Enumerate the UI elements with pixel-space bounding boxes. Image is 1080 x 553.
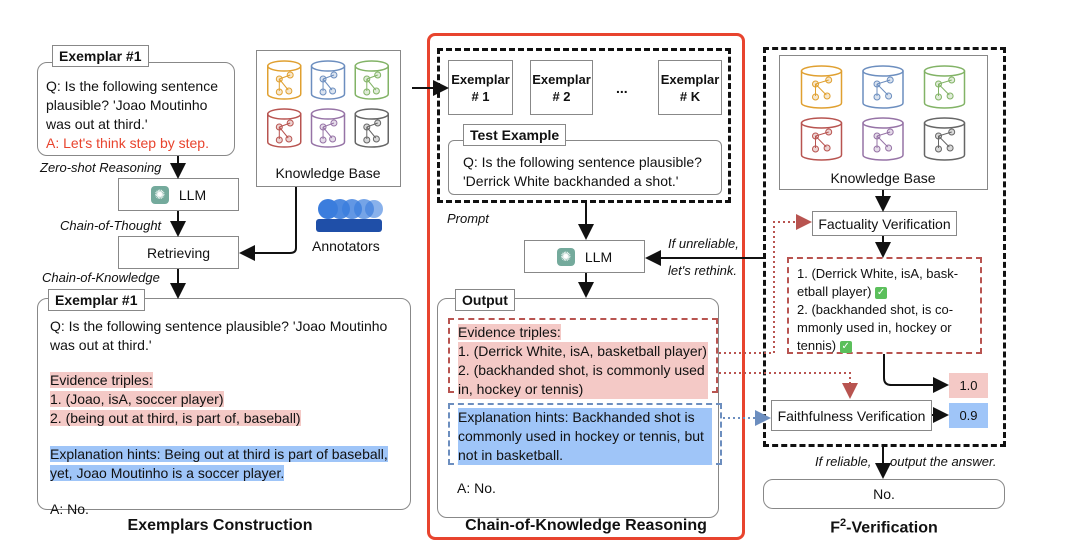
explanation-hints: Explanation hints: Being out at third is… [50, 446, 388, 481]
reliable-label-2: output the answer. [890, 454, 997, 469]
doc-label: Exemplar [532, 71, 591, 87]
evidence-triple: 1. (Joao, isA, soccer player) [50, 391, 224, 407]
cot-label: Chain-of-Thought [60, 218, 162, 233]
database-icons [267, 60, 389, 148]
retrieving-label: Retrieving [146, 244, 211, 261]
database-icon [862, 117, 904, 161]
evidence-triple: 2. (backhanded shot, is commonly used in… [458, 361, 708, 399]
output-answer: A: No. [457, 480, 496, 496]
test-example-box: Q: Is the following sentence plausible? … [448, 140, 722, 195]
database-icon [310, 108, 346, 148]
evidence-title: Evidence triples: [458, 324, 561, 340]
title-part: -Verification [846, 519, 938, 537]
database-icon [862, 65, 904, 109]
knowledge-base-box-left: Knowledge Base [256, 50, 401, 187]
factuality-label: Factuality Verification [818, 215, 951, 232]
faithfulness-label: Faithfulness Verification [777, 407, 926, 424]
knowledge-base-label: Knowledge Base [830, 170, 936, 186]
database-icon [354, 108, 389, 148]
section-title-cok: Chain-of-Knowledge Reasoning [465, 517, 707, 534]
database-icons [800, 65, 966, 161]
exemplar-full-box: Q: Is the following sentence plausible? … [37, 298, 411, 517]
evidence-triple: 2. (being out at third, is part of, base… [50, 410, 301, 426]
output-label: Output [455, 289, 515, 311]
llm-box-middle: ✺ LLM [524, 240, 645, 273]
annotators-label: Annotators [312, 238, 380, 254]
exemplar-answer-prompt: A: Let's think step by step. [46, 135, 209, 151]
test-question: Q: Is the following sentence plausible? … [463, 154, 702, 189]
annotators-icon [316, 199, 383, 232]
database-icon [800, 65, 843, 109]
evidence-triple: 1. (Derrick White, isA, basketball playe… [458, 342, 708, 361]
verified-triple: 2. (backhanded shot, is co-mmonly used i… [797, 302, 954, 353]
output-hints-box: Explanation hints: Backhanded shot is co… [448, 403, 722, 465]
unreliable-label-1: If unreliable, [668, 236, 739, 251]
factuality-verification-box: Factuality Verification [812, 211, 957, 236]
factuality-score: 1.0 [949, 373, 988, 398]
verified-triples-box: 1. (Derrick White, isA, bask-etball play… [787, 257, 982, 354]
exemplar-full-label: Exemplar #1 [48, 289, 145, 311]
exemplar-doc-2: Exemplar # 2 [530, 60, 593, 115]
database-icon [923, 117, 966, 161]
unreliable-label-2: let's rethink. [668, 263, 737, 278]
final-answer: No. [873, 486, 895, 502]
exemplar-question: Q: Is the following sentence plausible? … [46, 78, 218, 132]
exemplar-doc-k: Exemplar # K [658, 60, 722, 115]
explanation-hints: Explanation hints: Backhanded shot is co… [458, 408, 712, 465]
knowledge-base-label: Knowledge Base [275, 165, 381, 181]
database-icon [923, 65, 966, 109]
faithfulness-verification-box: Faithfulness Verification [771, 400, 932, 431]
doc-number: # 2 [552, 88, 571, 104]
llm-label: LLM [584, 248, 613, 265]
cok-framework-diagram: Q: Is the following sentence plausible? … [0, 0, 1080, 553]
database-icon [267, 108, 302, 148]
section-title-exemplars: Exemplars Construction [127, 517, 313, 534]
database-icon [354, 60, 389, 100]
test-example-label: Test Example [463, 124, 567, 146]
exemplar-doc-1: Exemplar # 1 [448, 60, 513, 115]
doc-number: # 1 [471, 88, 490, 104]
check-icon: ✓ [839, 340, 852, 353]
retrieving-box: Retrieving [118, 236, 239, 269]
section-title-verification: F2-Verification [763, 517, 1005, 537]
doc-label: Exemplar [451, 71, 510, 87]
llm-label: LLM [178, 186, 207, 203]
database-icon [800, 117, 843, 161]
exemplar-top-label: Exemplar #1 [52, 45, 149, 67]
openai-icon: ✺ [556, 247, 575, 266]
database-icon [267, 60, 302, 100]
faithfulness-score: 0.9 [949, 403, 988, 428]
exemplar-full-question: Q: Is the following sentence plausible? … [50, 318, 388, 353]
reliable-label-1: If reliable, [815, 454, 872, 469]
openai-icon: ✺ [150, 185, 169, 204]
ellipsis: ... [616, 80, 628, 96]
llm-box-left: ✺ LLM [118, 178, 239, 211]
arrow [239, 187, 297, 261]
cok-label: Chain-of-Knowledge [42, 270, 160, 285]
doc-number: # K [679, 88, 701, 104]
prompt-label: Prompt [447, 211, 489, 226]
final-answer-box: No. [763, 479, 1005, 509]
check-icon: ✓ [875, 286, 888, 299]
title-part: F [830, 519, 841, 537]
database-icon [310, 60, 346, 100]
exemplar-top-box: Q: Is the following sentence plausible? … [37, 62, 235, 156]
zero-shot-label: Zero-shot Reasoning [40, 160, 162, 175]
doc-label: Exemplar [660, 71, 720, 87]
knowledge-base-box-right: Knowledge Base [779, 55, 988, 190]
evidence-title: Evidence triples: [50, 372, 153, 388]
output-evidence-box: Evidence triples: 1. (Derrick White, isA… [448, 318, 718, 399]
